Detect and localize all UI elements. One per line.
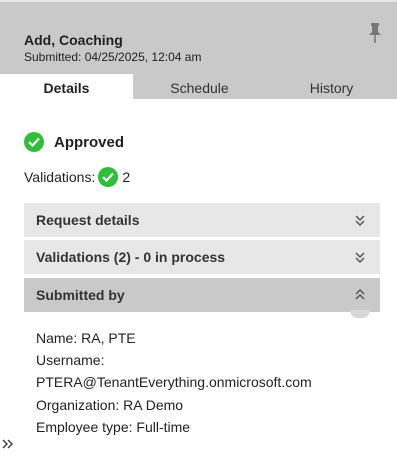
section-label: Validations (2) - 0 in process — [36, 249, 226, 265]
submitted-timestamp: Submitted: 04/25/2025, 12:04 am — [24, 50, 202, 64]
submitted-by-panel: Name: RA, PTE Username: PTERA@TenantEver… — [24, 310, 380, 458]
section-validations[interactable]: Validations (2) - 0 in process — [24, 240, 380, 274]
pin-icon[interactable] — [367, 22, 383, 44]
section-label: Submitted by — [36, 287, 125, 303]
double-chevron-right-icon[interactable] — [1, 437, 15, 451]
organization: Organization: RA Demo — [36, 397, 184, 413]
chevron-double-down-icon — [355, 215, 365, 227]
tab-details[interactable]: Details — [0, 74, 133, 100]
status-row: Approved — [24, 132, 124, 152]
tab-history[interactable]: History — [266, 74, 397, 99]
section-request-details[interactable]: Request details — [24, 203, 380, 237]
check-circle-icon — [98, 167, 119, 187]
tab-schedule[interactable]: Schedule — [133, 74, 266, 99]
request-header: Add, Coaching Submitted: 04/25/2025, 12:… — [0, 0, 397, 74]
status-label: Approved — [54, 133, 125, 151]
scrollbar-thumb[interactable] — [350, 310, 370, 318]
submitter-name: Name: RA, PTE — [36, 330, 136, 346]
chevron-double-down-icon — [355, 252, 365, 264]
validations-count: 2 — [122, 169, 131, 185]
section-label: Request details — [36, 212, 140, 228]
section-submitted-by[interactable]: Submitted by — [24, 278, 380, 312]
validations-label: Validations: — [24, 169, 96, 185]
username-value: PTERA@TenantEverything.onmicrosoft.com — [36, 374, 312, 390]
request-title: Add, Coaching — [24, 32, 123, 48]
chevron-double-up-icon — [355, 288, 365, 300]
check-circle-icon — [24, 132, 44, 152]
validations-summary: Validations: 2 — [24, 167, 130, 187]
tab-bar: Details Schedule History — [0, 74, 397, 100]
username-label: Username: — [36, 352, 105, 368]
employee-type: Employee type: Full-time — [36, 419, 191, 435]
